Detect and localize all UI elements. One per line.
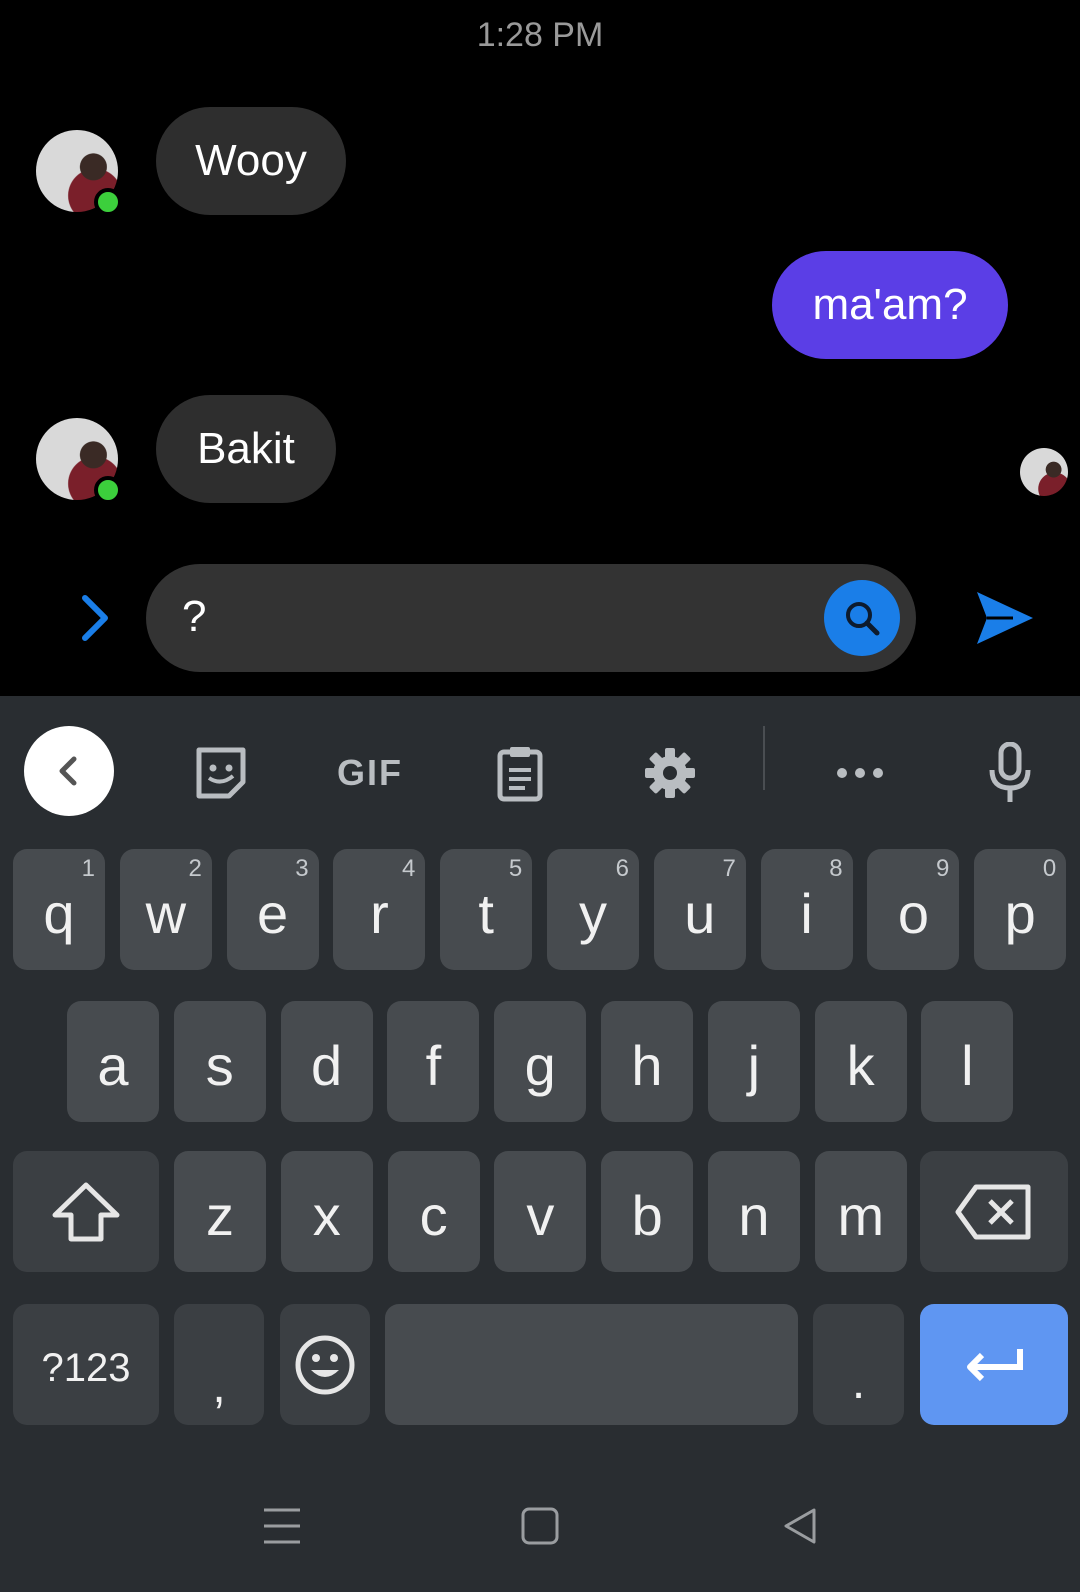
enter-icon xyxy=(967,1348,1023,1381)
enter-key[interactable] xyxy=(920,1304,1068,1425)
emoji-key[interactable] xyxy=(280,1304,370,1425)
back-button[interactable] xyxy=(770,1503,830,1548)
backspace-icon xyxy=(955,1184,1031,1239)
message-text: Bakit xyxy=(197,424,295,473)
back-triangle-icon xyxy=(784,1508,816,1543)
chevron-right-icon xyxy=(82,595,108,641)
clipboard-icon xyxy=(497,747,543,802)
key-i[interactable]: i8 xyxy=(760,849,853,970)
key-hint: 6 xyxy=(615,855,629,882)
key-a[interactable]: a xyxy=(67,1001,159,1122)
message-bubble-sent[interactable]: ma'am? xyxy=(772,251,1008,359)
key-s[interactable]: s xyxy=(173,1001,266,1122)
gif-button[interactable]: GIF xyxy=(330,728,410,818)
key-hint: 9 xyxy=(936,855,950,882)
gear-icon xyxy=(645,748,695,798)
home-icon xyxy=(521,1507,559,1544)
key-hint: 1 xyxy=(81,855,95,882)
online-indicator xyxy=(94,476,122,504)
key-m[interactable]: m xyxy=(814,1151,907,1272)
key-o[interactable]: o9 xyxy=(867,849,960,970)
period-key[interactable]: . xyxy=(813,1304,904,1425)
more-icon xyxy=(837,768,883,778)
message-input-text: ? xyxy=(182,592,207,641)
recent-apps-button[interactable] xyxy=(252,1503,312,1548)
message-bubble-received[interactable]: Wooy xyxy=(156,107,346,215)
menu-icon xyxy=(264,1508,300,1543)
key-y[interactable]: y6 xyxy=(547,849,639,970)
more-button[interactable] xyxy=(830,728,890,818)
mic-icon xyxy=(989,742,1031,802)
key-q[interactable]: q1 xyxy=(13,849,105,970)
key-k[interactable]: k xyxy=(814,1001,907,1122)
key-hint: 4 xyxy=(402,855,416,882)
key-t[interactable]: t5 xyxy=(440,849,533,970)
contact-avatar[interactable] xyxy=(36,130,122,216)
key-f[interactable]: f xyxy=(387,1001,480,1122)
message-text: ma'am? xyxy=(812,280,968,329)
message-input[interactable]: ? xyxy=(146,564,916,672)
key-hint: 8 xyxy=(829,855,843,882)
key-e[interactable]: e3 xyxy=(226,849,319,970)
key-d[interactable]: d xyxy=(280,1001,373,1122)
key-w[interactable]: w2 xyxy=(119,849,212,970)
comma-key[interactable]: , xyxy=(174,1304,264,1425)
contact-avatar[interactable] xyxy=(36,418,122,504)
home-button[interactable] xyxy=(510,1503,570,1548)
key-l[interactable]: l xyxy=(921,1001,1014,1122)
gif-label: GIF xyxy=(337,752,403,793)
emoji-icon xyxy=(295,1335,355,1394)
online-indicator xyxy=(94,188,122,216)
send-icon xyxy=(977,591,1033,644)
settings-button[interactable] xyxy=(640,728,700,818)
space-key[interactable] xyxy=(385,1304,798,1425)
backspace-key[interactable] xyxy=(920,1151,1068,1272)
key-j[interactable]: j xyxy=(707,1001,800,1122)
key-x[interactable]: x xyxy=(280,1151,373,1272)
key-hint: 0 xyxy=(1042,855,1057,882)
key-b[interactable]: b xyxy=(601,1151,694,1272)
key-p[interactable]: p0 xyxy=(974,849,1067,970)
shift-key[interactable] xyxy=(13,1151,159,1272)
key-hint: 3 xyxy=(295,855,309,882)
key-h[interactable]: h xyxy=(601,1001,693,1122)
system-nav-bar xyxy=(0,1458,1080,1592)
search-button[interactable] xyxy=(824,580,900,656)
timestamp: 1:28 PM xyxy=(476,16,604,54)
symbols-key[interactable]: ?123 xyxy=(13,1304,159,1425)
expand-actions-button[interactable] xyxy=(70,588,118,648)
key-hint: 5 xyxy=(508,855,523,882)
search-icon xyxy=(846,602,880,636)
key-c[interactable]: c xyxy=(387,1151,480,1272)
message-text: Wooy xyxy=(195,136,307,185)
keyboard-back-button[interactable] xyxy=(24,726,114,816)
key-v[interactable]: v xyxy=(494,1151,587,1272)
sticker-icon xyxy=(196,747,246,799)
key-u[interactable]: u7 xyxy=(653,849,746,970)
clipboard-button[interactable] xyxy=(490,728,550,818)
shift-icon xyxy=(52,1182,120,1241)
key-z[interactable]: z xyxy=(174,1151,266,1272)
send-button[interactable] xyxy=(970,585,1040,650)
chevron-left-icon xyxy=(59,756,77,786)
keyboard: GIF ?123 , . q 1 w 2 e 3 r 4 t 5 y 6 u 7… xyxy=(0,696,1080,1592)
message-bubble-received[interactable]: Bakit xyxy=(156,395,336,503)
sticker-button[interactable] xyxy=(186,728,256,818)
key-n[interactable]: n xyxy=(708,1151,800,1272)
key-g[interactable]: g xyxy=(494,1001,587,1122)
seen-receipt-avatar xyxy=(1020,448,1068,496)
key-hint: 2 xyxy=(188,855,202,882)
key-r[interactable]: r4 xyxy=(333,849,426,970)
key-hint: 7 xyxy=(722,855,736,882)
voice-input-button[interactable] xyxy=(980,728,1040,818)
toolbar-divider xyxy=(763,726,765,790)
